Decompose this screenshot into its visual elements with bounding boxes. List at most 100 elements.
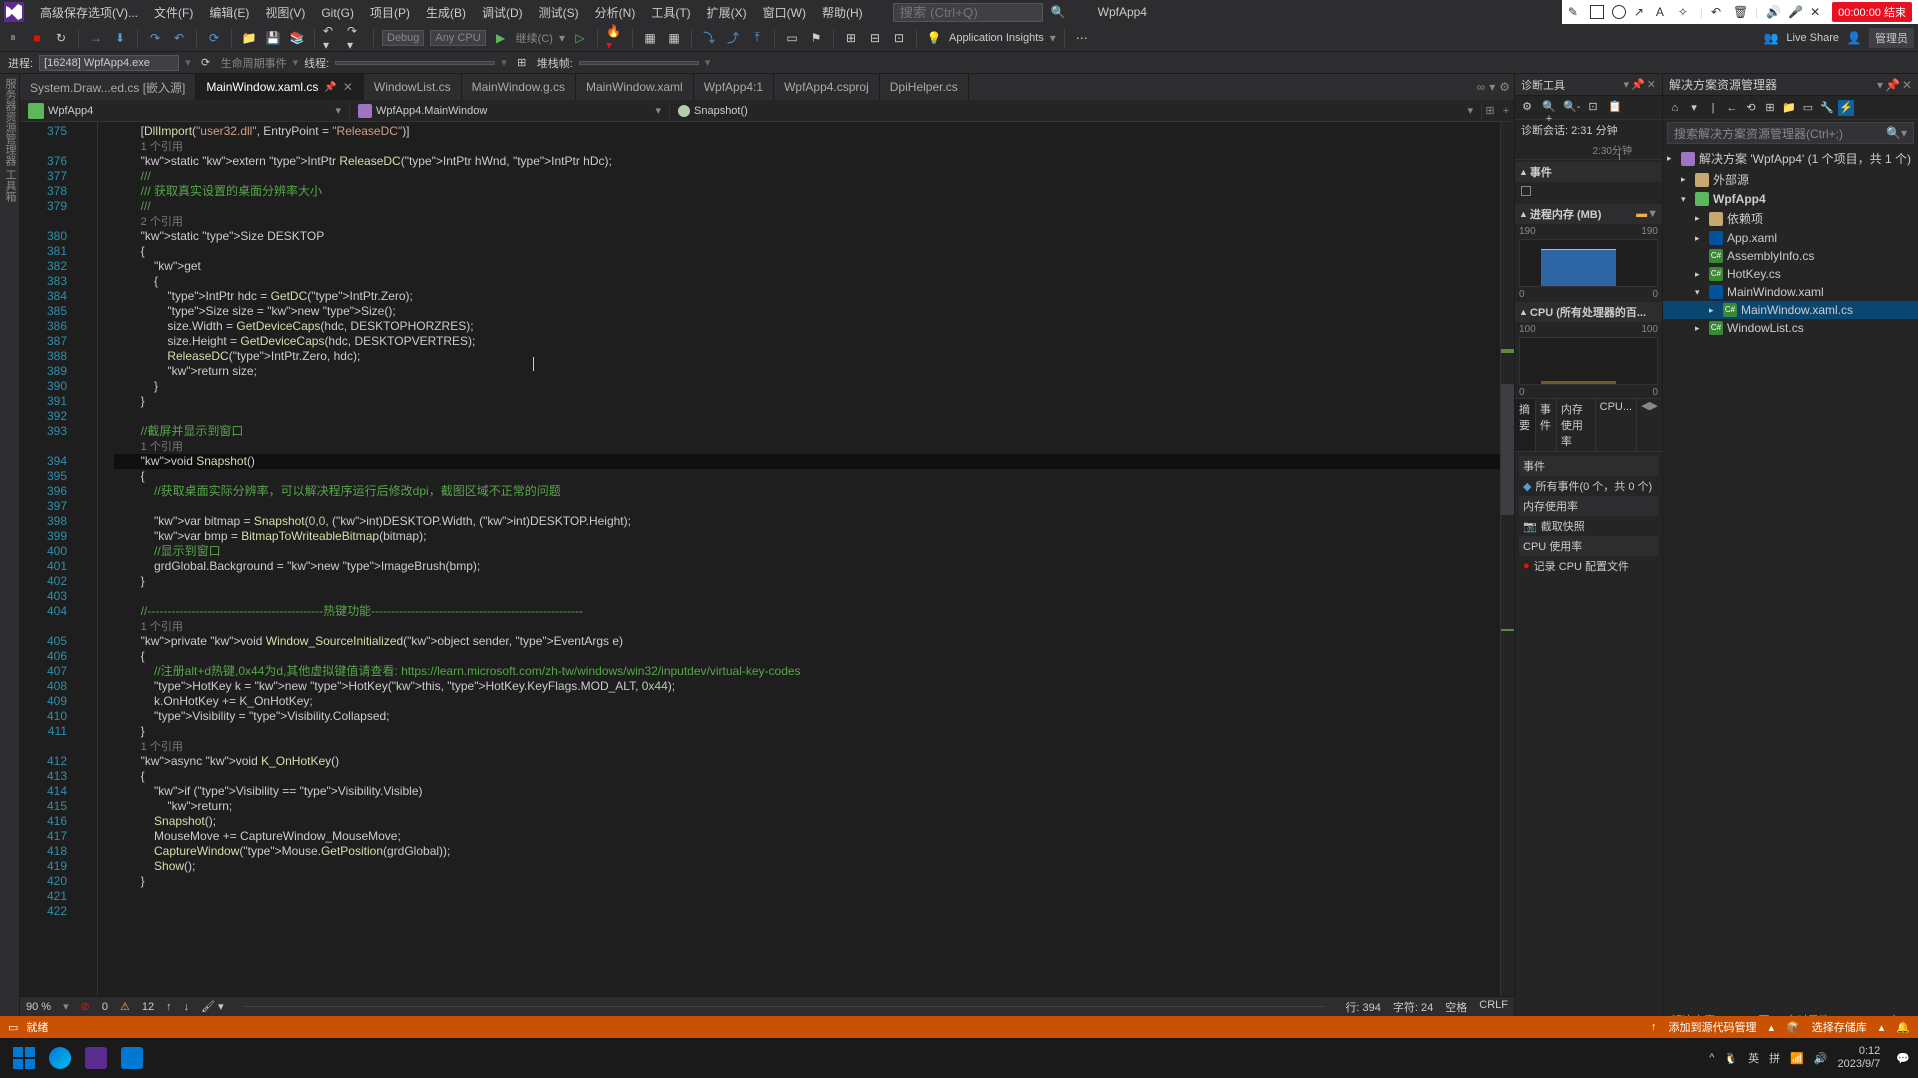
document-tab[interactable]: WpfApp4:1 [694, 74, 774, 100]
menu-item[interactable]: 项目(P) [362, 4, 418, 22]
nav-split-icon[interactable]: ⊞ [1482, 104, 1498, 117]
code-line[interactable]: 1 个引用 [114, 439, 1500, 454]
code-line[interactable]: "type">IntPtr hdc = GetDC("type">IntPtr.… [114, 289, 1500, 304]
diag-mem-header[interactable]: 进程内存 (MB) [1530, 206, 1602, 222]
code-line[interactable] [114, 904, 1500, 919]
recorder-end-button[interactable]: 00:00:00 结束 [1832, 2, 1912, 22]
save-all-icon[interactable]: 📚 [288, 29, 306, 47]
diag-next-icon[interactable]: ▶ [1650, 400, 1658, 412]
code-line[interactable]: ReleaseDC("type">IntPtr.Zero, hdc); [114, 349, 1500, 364]
mic-icon[interactable]: 🎤 [1788, 5, 1802, 19]
align3-icon[interactable]: ⊡ [890, 29, 908, 47]
indent-label[interactable]: 空格 [1445, 999, 1467, 1015]
code-line[interactable] [114, 589, 1500, 604]
text-icon[interactable]: A [1656, 5, 1670, 19]
error-icon[interactable]: ⊘ [81, 1000, 90, 1013]
ime-method[interactable]: 拼 [1769, 1050, 1780, 1066]
step-into-icon[interactable]: → [87, 29, 105, 47]
code-line[interactable]: k.OnHotKey += K_OnHotKey; [114, 694, 1500, 709]
tray-qq-icon[interactable]: 🐧 [1724, 1052, 1738, 1065]
nav-add-icon[interactable]: + [1498, 105, 1514, 117]
user-icon[interactable]: 👤 [1845, 29, 1863, 47]
menu-item[interactable]: 编辑(E) [201, 4, 257, 22]
continue-button[interactable]: ▶ [492, 29, 510, 47]
panel-dropdown-icon[interactable]: ▾ [1624, 78, 1630, 91]
code-line[interactable]: //--------------------------------------… [114, 604, 1500, 619]
restart-button[interactable]: ↻ [52, 29, 70, 47]
step-over-icon[interactable]: ↷ [146, 29, 164, 47]
code-line[interactable]: { [114, 649, 1500, 664]
diag-copy-icon[interactable]: 📋 [1607, 100, 1623, 116]
brush-icon[interactable]: 🖌 ▾ [201, 1000, 224, 1013]
sol-filter-icon[interactable]: ⚡ [1838, 100, 1854, 116]
pencil-icon[interactable]: ✎ [1568, 5, 1582, 19]
add-source-control[interactable]: 添加到源代码管理 [1669, 1019, 1757, 1035]
code-line[interactable]: size.Height = GetDeviceCaps(hdc, DESKTOP… [114, 334, 1500, 349]
show-next-icon[interactable]: ⬇ [111, 29, 129, 47]
code-line[interactable]: "kw">static "type">Size DESKTOP [114, 229, 1500, 244]
code-line[interactable]: 1 个引用 [114, 139, 1500, 154]
tree-solution-node[interactable]: ▸ 解决方案 'WpfApp4' (1 个项目，共 1 个) [1663, 148, 1918, 169]
close-icon[interactable]: ✕ [343, 80, 353, 94]
tree-hotkey[interactable]: ▸C# HotKey.cs [1663, 265, 1918, 283]
code-line[interactable]: //截屏并显示到窗口 [114, 424, 1500, 439]
nav-method-dropdown[interactable]: Snapshot() ▾ [670, 102, 1482, 119]
diag-tab[interactable]: 事件 [1536, 399, 1557, 451]
platform-dropdown[interactable]: Any CPU [430, 30, 485, 46]
menu-item[interactable]: 生成(B) [418, 4, 474, 22]
process-dropdown[interactable]: [16248] WpfApp4.exe [39, 55, 179, 71]
stack-dropdown[interactable] [579, 61, 699, 65]
diag-zoom-in-icon[interactable]: 🔍+ [1541, 100, 1557, 116]
align2-icon[interactable]: ⊟ [866, 29, 884, 47]
code-line[interactable]: { [114, 244, 1500, 259]
code-line[interactable]: /// 获取真实设置的桌面分辨率大小 [114, 184, 1500, 199]
code-line[interactable]: { [114, 274, 1500, 289]
nav-down-icon[interactable]: ↓ [184, 1001, 190, 1013]
live-share-icon[interactable]: 👥 [1762, 29, 1780, 47]
sol-close-icon[interactable]: ✕ [1902, 78, 1912, 92]
continue-label[interactable]: 继续(C) [516, 30, 553, 46]
wifi-icon[interactable]: 📶 [1790, 1052, 1804, 1065]
pause-button[interactable]: ⏸ [4, 29, 22, 47]
cpu-chart[interactable] [1519, 337, 1658, 385]
document-tab[interactable]: WindowList.cs [364, 74, 462, 100]
taskbar-app-edge[interactable] [44, 1042, 76, 1074]
code-line[interactable]: "type">Size size = "kw">new "type">Size(… [114, 304, 1500, 319]
menu-item[interactable]: 扩展(X) [699, 4, 755, 22]
line-ending-label[interactable]: CRLF [1479, 999, 1508, 1015]
code-line[interactable]: } [114, 574, 1500, 589]
thread-dropdown[interactable] [335, 61, 495, 65]
code-line[interactable]: CaptureWindow("type">Mouse.GetPosition(g… [114, 844, 1500, 859]
window-icon[interactable]: ▭ [783, 29, 801, 47]
speaker-icon[interactable]: 🔊 [1766, 5, 1780, 19]
code-line[interactable]: Snapshot(); [114, 814, 1500, 829]
flag-icon[interactable]: ⚑ [807, 29, 825, 47]
admin-label[interactable]: 管理员 [1869, 28, 1914, 48]
diag-prev-icon[interactable]: ◀ [1641, 400, 1649, 412]
code-line[interactable] [114, 499, 1500, 514]
bell-icon[interactable]: 🔔 [1896, 1021, 1910, 1034]
undo-toolbar-icon[interactable]: ↶ ▾ [323, 29, 341, 47]
code-line[interactable]: "kw">static "kw">extern "type">IntPtr Re… [114, 154, 1500, 169]
code-line[interactable]: "kw">return size; [114, 364, 1500, 379]
start-button[interactable] [8, 1042, 40, 1074]
code-line[interactable]: //注册alt+d热键,0x44为d,其他虚拟键值请查看: https://le… [114, 664, 1500, 679]
start-without-debug-icon[interactable]: ▷ [571, 29, 589, 47]
diag-gear-icon[interactable]: ⚙ [1519, 100, 1535, 116]
code-line[interactable]: grdGlobal.Background = "kw">new "type">I… [114, 559, 1500, 574]
diag-cpu-header[interactable]: CPU (所有处理器的百... [1530, 304, 1646, 320]
memory-chart[interactable] [1519, 239, 1658, 287]
menu-item[interactable]: 调试(D) [474, 4, 531, 22]
close-recorder-icon[interactable]: ✕ [1810, 5, 1824, 19]
code-line[interactable]: "kw">private "kw">void Window_SourceInit… [114, 634, 1500, 649]
tree-windowlist[interactable]: ▸C# WindowList.cs [1663, 319, 1918, 337]
panel-close-icon[interactable]: ✕ [1647, 78, 1656, 91]
code-line[interactable]: "kw">var bmp = BitmapToWriteableBitmap(b… [114, 529, 1500, 544]
code-line[interactable]: { [114, 469, 1500, 484]
menu-item[interactable]: 窗口(W) [755, 4, 814, 22]
code-line[interactable]: "kw">return; [114, 799, 1500, 814]
sol-sync-icon[interactable]: ⟲ [1743, 100, 1759, 116]
sol-home-icon[interactable]: ⌂ [1667, 100, 1683, 116]
diag-record-cpu-button[interactable]: ●记录 CPU 配置文件 [1519, 556, 1658, 576]
pin-icon[interactable]: 📌 [324, 82, 336, 93]
